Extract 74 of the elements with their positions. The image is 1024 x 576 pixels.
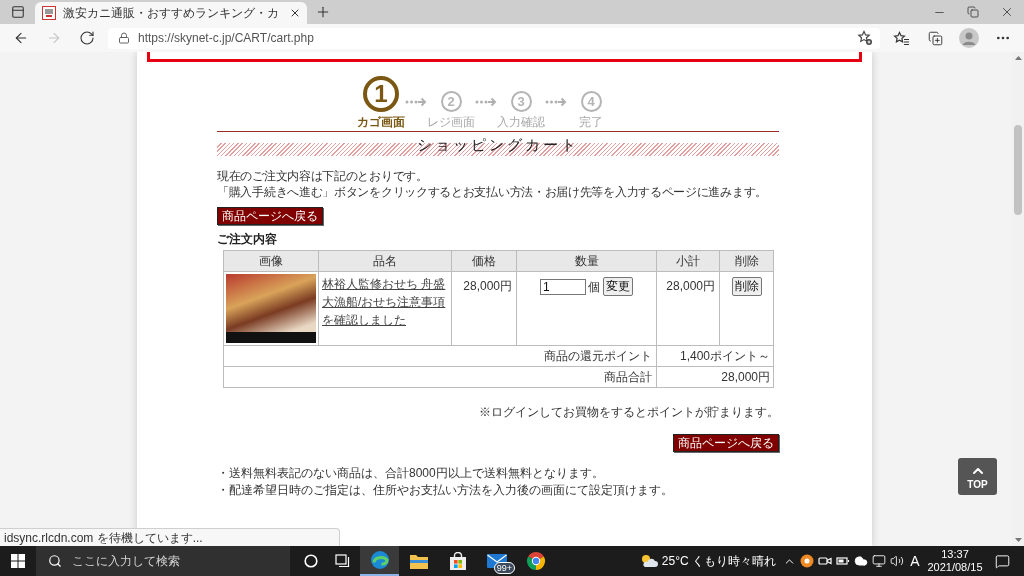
- search-icon: [48, 554, 62, 568]
- copy-plus-icon[interactable]: [927, 30, 943, 46]
- column-header: 数量: [516, 250, 657, 272]
- column-header: 小計: [656, 250, 720, 272]
- note-text: ・配達希望日時のご指定は、住所やお支払い方法を入力後の画面にて設定頂けます。: [217, 482, 674, 499]
- shopping-bag-icon: [448, 551, 467, 571]
- intro-text: 現在のご注文内容は下記のとおりです。: [217, 168, 429, 184]
- star-list-icon[interactable]: [892, 30, 910, 46]
- scroll-down-arrow-icon[interactable]: [1014, 538, 1022, 542]
- windows-logo-icon[interactable]: [11, 554, 25, 568]
- step-label: 完了: [579, 115, 603, 129]
- window-panel-icon[interactable]: [10, 5, 25, 19]
- unit-label: 個: [588, 279, 600, 294]
- refresh-icon[interactable]: [78, 30, 95, 46]
- speaker-icon[interactable]: [890, 554, 904, 568]
- camera-icon[interactable]: [818, 555, 832, 567]
- address-bar[interactable]: https://skynet-c.jp/CART/cart.php: [108, 27, 880, 49]
- clock[interactable]: 13:37 2021/08/15: [924, 548, 986, 574]
- step-label: カゴ画面: [357, 115, 405, 129]
- circle-icon: [304, 554, 318, 568]
- task-view-icon: [335, 554, 351, 568]
- browser-tab[interactable]: 激安カニ通販・おすすめランキング・カ: [35, 2, 307, 24]
- folder-icon: [408, 552, 429, 570]
- step-label: 入力確認: [497, 115, 545, 129]
- monitor-icon[interactable]: [872, 554, 886, 568]
- table-cell: 商品の還元ポイント: [223, 345, 657, 367]
- back-to-top-button[interactable]: TOP: [958, 458, 997, 495]
- taskbar-app-button[interactable]: [360, 546, 399, 576]
- notification-badge: 99+: [493, 562, 515, 574]
- orb-icon[interactable]: [800, 554, 814, 568]
- intro-text: 「購入手続きへ進む」ボタンをクリックするとお支払い方法・お届け先等を入力するページに進みます。: [217, 184, 768, 200]
- tricolor-circle-icon: [525, 551, 546, 571]
- site-logo-icon: [42, 6, 56, 20]
- order-heading: ご注文内容: [217, 231, 278, 247]
- taskbar-search-field[interactable]: ここに入力して検索: [36, 546, 290, 576]
- cloud-icon[interactable]: [854, 554, 868, 568]
- update-button[interactable]: 変更: [603, 277, 633, 296]
- plus-icon[interactable]: [315, 4, 331, 20]
- quantity-input[interactable]: 1: [540, 278, 586, 295]
- star-plus-icon[interactable]: [857, 30, 873, 46]
- scroll-up-arrow-icon[interactable]: [1014, 56, 1022, 60]
- table-cell: 28,000円: [656, 271, 720, 346]
- battery-icon[interactable]: [836, 556, 850, 566]
- avatar-icon[interactable]: [959, 28, 979, 48]
- close-icon[interactable]: [289, 7, 301, 19]
- login-note: ※ログインしてお買物をするとポイントが貯まります。: [478, 405, 779, 420]
- column-header: 価格: [451, 250, 517, 272]
- back-to-products-button[interactable]: 商品ページへ戻る: [673, 434, 779, 452]
- table-cell: 28,000円: [656, 366, 774, 388]
- dotted-arrow-icon: [545, 97, 567, 107]
- delete-button[interactable]: 削除: [731, 277, 762, 296]
- table-cell: 28,000円: [451, 271, 517, 346]
- weather-text[interactable]: 25°C くもり時々晴れ: [661, 552, 776, 570]
- restore-icon[interactable]: [967, 6, 979, 18]
- close-icon[interactable]: [1000, 5, 1014, 19]
- taskbar-app-button[interactable]: 99+: [477, 546, 516, 576]
- notification-icon[interactable]: [994, 553, 1010, 569]
- dotted-arrow-icon: [475, 97, 497, 107]
- back-to-products-button[interactable]: 商品ページへ戻る: [217, 207, 323, 225]
- lock-icon[interactable]: [118, 32, 130, 44]
- dotted-arrow-icon: [405, 97, 427, 107]
- column-header: 削除: [719, 250, 774, 272]
- step-label: レジ画面: [427, 115, 475, 129]
- scrollbar[interactable]: [1012, 52, 1024, 546]
- swirl-logo-icon: [369, 550, 390, 570]
- column-header: 画像: [223, 250, 319, 272]
- column-header: 品名: [318, 250, 452, 272]
- note-text: ・送料無料表記のない商品は、合計8000円以上で送料無料となります。: [217, 465, 605, 482]
- scrollbar-thumb[interactable]: [1014, 125, 1022, 215]
- table-cell: 商品合計: [223, 366, 657, 388]
- status-bubble: idsync.rlcdn.com を待機しています...: [0, 528, 340, 546]
- sun-cloud-icon[interactable]: [639, 553, 658, 569]
- table-cell: 1,400ポイント～: [656, 345, 774, 367]
- ime-mode[interactable]: A: [906, 553, 924, 569]
